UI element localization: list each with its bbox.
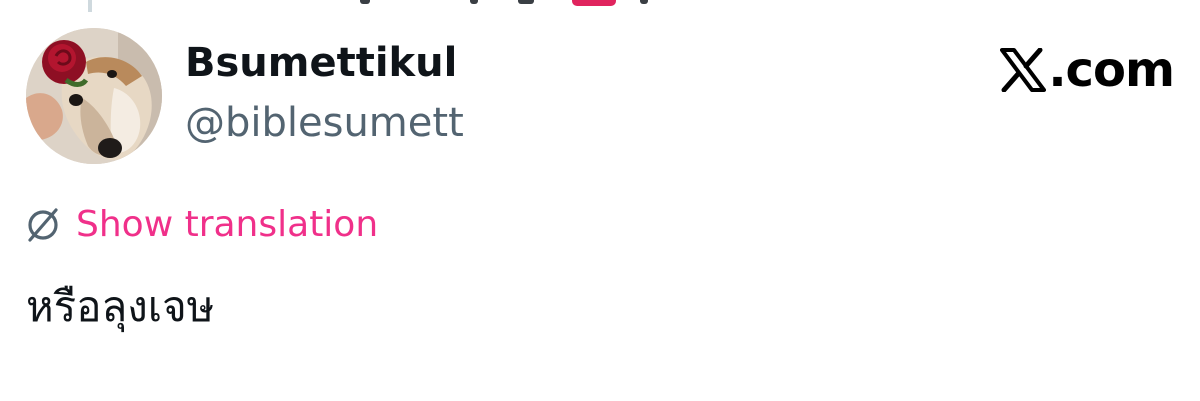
x-logo-icon bbox=[1000, 48, 1047, 92]
cropped-glyph bbox=[640, 0, 648, 4]
dog-with-rose-avatar bbox=[26, 28, 162, 164]
show-translation-link[interactable]: Show translation bbox=[76, 204, 378, 245]
author-display-name[interactable]: Bsumettikul bbox=[185, 40, 457, 86]
cropped-glyph bbox=[518, 0, 534, 4]
brand-domain-label: .com bbox=[1048, 42, 1175, 98]
translate-icon bbox=[28, 207, 58, 242]
translation-row[interactable]: Show translation bbox=[24, 204, 378, 245]
thread-connector-line bbox=[88, 0, 92, 12]
author-avatar[interactable] bbox=[26, 28, 162, 164]
author-handle[interactable]: @biblesumett bbox=[185, 100, 464, 146]
cropped-glyph bbox=[360, 0, 370, 4]
cropped-glyph bbox=[470, 0, 478, 4]
x-brand: .com bbox=[1000, 42, 1175, 98]
cropped-emoji bbox=[572, 0, 616, 6]
previous-post-cropped bbox=[0, 0, 1200, 12]
post-text: หรือลุงเจษ bbox=[26, 282, 215, 331]
